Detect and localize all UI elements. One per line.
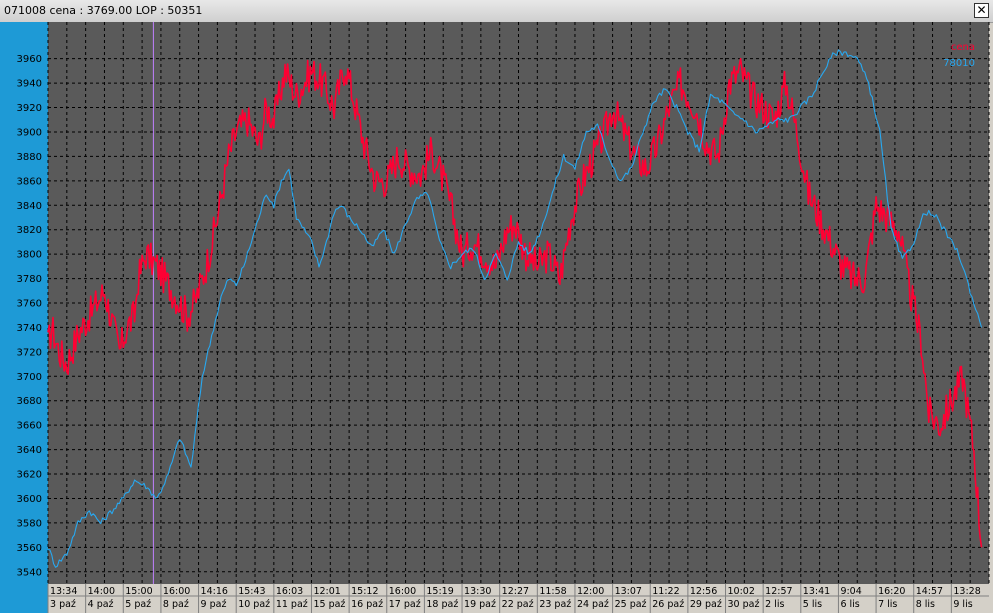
close-icon: ✕	[976, 3, 987, 17]
y-tick-label: 3700	[17, 372, 42, 383]
y-tick-label: 3660	[17, 421, 42, 432]
x-time-label: 16:00	[389, 586, 416, 597]
x-date-label: 22 paź	[502, 599, 534, 610]
x-time-label: 12:01	[313, 586, 340, 597]
x-date-label: 30 paź	[728, 599, 760, 610]
x-date-label: 25 paź	[615, 599, 647, 610]
legend-entry: cena	[951, 42, 975, 53]
x-time-label: 14:00	[88, 586, 115, 597]
x-time-label: 15:00	[125, 586, 152, 597]
x-date-label: 7 lis	[878, 599, 897, 610]
x-time-label: 12:27	[502, 586, 529, 597]
y-tick-label: 3760	[17, 299, 42, 310]
y-tick-label: 3860	[17, 176, 42, 187]
x-date-label: 18 paź	[426, 599, 458, 610]
x-date-label: 11 paź	[276, 599, 308, 610]
x-date-label: 26 paź	[652, 599, 684, 610]
x-time-label: 11:58	[539, 586, 566, 597]
y-tick-label: 3960	[17, 54, 42, 65]
x-date-label: 16 paź	[351, 599, 383, 610]
x-time-label: 13:07	[615, 586, 642, 597]
x-time-label: 13:30	[464, 586, 491, 597]
y-tick-label: 3780	[17, 274, 42, 285]
x-time-label: 13:34	[50, 586, 77, 597]
x-time-label: 13:41	[803, 586, 830, 597]
x-date-label: 19 paź	[464, 599, 496, 610]
x-date-label: 9 paź	[201, 599, 227, 610]
x-time-label: 16:03	[276, 586, 303, 597]
x-time-label: 11:22	[652, 586, 679, 597]
y-tick-label: 3620	[17, 470, 42, 481]
y-tick-label: 3820	[17, 225, 42, 236]
x-date-label: 15 paź	[313, 599, 345, 610]
y-tick-label: 3680	[17, 396, 42, 407]
x-date-label: 5 lis	[803, 599, 822, 610]
x-date-label: 5 paź	[125, 599, 151, 610]
x-time-label: 12:56	[690, 586, 717, 597]
x-date-label: 10 paź	[238, 599, 270, 610]
close-button[interactable]: ✕	[974, 3, 989, 18]
chart-window: 071008 cena : 3769.00 LOP : 50351 ✕ 3540…	[0, 0, 993, 613]
x-date-label: 4 paź	[88, 599, 114, 610]
x-time-label: 12:57	[765, 586, 792, 597]
y-tick-label: 3840	[17, 201, 42, 212]
y-tick-label: 3640	[17, 445, 42, 456]
x-date-label: 6 lis	[840, 599, 859, 610]
y-tick-label: 3540	[17, 567, 42, 578]
x-date-label: 17 paź	[389, 599, 421, 610]
x-date-label: 3 paź	[50, 599, 76, 610]
x-time-label: 14:16	[201, 586, 228, 597]
x-time-label: 10:02	[728, 586, 755, 597]
legend-entry: 78010	[943, 58, 975, 69]
y-tick-label: 3740	[17, 323, 42, 334]
x-time-label: 13:28	[953, 586, 980, 597]
y-tick-label: 3880	[17, 152, 42, 163]
x-time-label: 15:43	[238, 586, 265, 597]
y-tick-label: 3580	[17, 518, 42, 529]
x-date-label: 24 paź	[577, 599, 609, 610]
y-tick-label: 3920	[17, 103, 42, 114]
x-date-label: 8 paź	[163, 599, 189, 610]
x-date-label: 23 paź	[539, 599, 571, 610]
x-time-label: 12:00	[577, 586, 604, 597]
title-bar: 071008 cena : 3769.00 LOP : 50351 ✕	[0, 0, 993, 23]
y-tick-label: 3560	[17, 543, 42, 554]
x-date-label: 9 lis	[953, 599, 972, 610]
x-date-label: 2 lis	[765, 599, 784, 610]
x-time-label: 15:12	[351, 586, 378, 597]
x-time-label: 16:20	[878, 586, 905, 597]
y-tick-label: 3800	[17, 250, 42, 261]
y-tick-label: 3900	[17, 127, 42, 138]
x-time-label: 9:04	[840, 586, 861, 597]
y-tick-label: 3600	[17, 494, 42, 505]
x-date-label: 8 lis	[916, 599, 935, 610]
y-tick-label: 3720	[17, 347, 42, 358]
x-time-label: 16:00	[163, 586, 190, 597]
x-date-label: 29 paź	[690, 599, 722, 610]
y-tick-label: 3940	[17, 79, 42, 90]
x-time-label: 15:19	[426, 586, 453, 597]
window-title: 071008 cena : 3769.00 LOP : 50351	[4, 4, 203, 17]
x-time-label: 14:57	[916, 586, 943, 597]
price-chart: 3540 3560 3580 3600 3620 3640 3660 3680 3700 3720…	[0, 22, 993, 613]
